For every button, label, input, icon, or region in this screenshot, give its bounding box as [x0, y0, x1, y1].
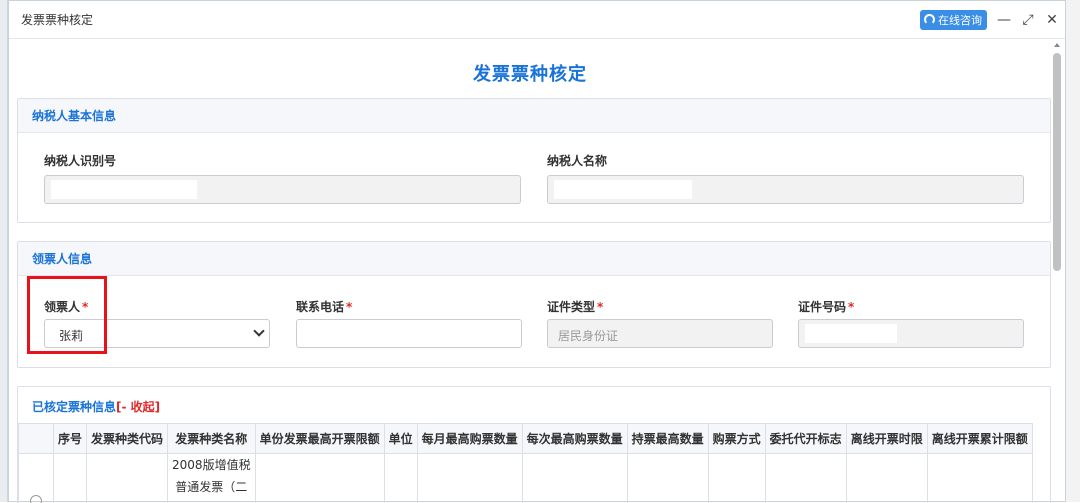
approved-types-header: 已核定票种信息[- 收起] — [32, 398, 160, 415]
dialog-titlebar: 发票票种核定 在线咨询 — ⤢ ✕ — [9, 1, 1065, 39]
table-cell — [87, 454, 168, 503]
approved-types-panel: 已核定票种信息[- 收起] 序号 发票种类代码 发票种类名称 单份发票最高开票限… — [17, 386, 1051, 503]
headset-icon — [924, 14, 935, 25]
cert-type-field[interactable]: 居民身份证 — [547, 319, 773, 348]
table-cell — [846, 454, 927, 503]
chevron-down-icon — [253, 325, 264, 336]
table-cell — [255, 454, 384, 503]
page-title: 发票票种核定 — [9, 40, 1051, 96]
taxpayer-info-header: 纳税人基本信息 — [18, 99, 1050, 133]
invoice-type-dialog: 发票票种核定 在线咨询 — ⤢ ✕ 发票票种核定 纳税人基本信息 纳税人识别号 … — [8, 0, 1066, 502]
background-window-edge — [0, 0, 8, 502]
column-header: 发票种类名称 — [168, 424, 256, 454]
table-cell — [708, 454, 765, 503]
column-header: 委托代开标志 — [765, 424, 846, 454]
receiver-info-header: 领票人信息 — [18, 242, 1050, 276]
column-header: 序号 — [54, 424, 87, 454]
cert-no-label: 证件号码* — [798, 298, 854, 315]
table-row[interactable]: 2008版增值税 普通发票（二 — [19, 454, 1033, 503]
col-select — [19, 424, 54, 454]
background-window-edge-right — [1066, 0, 1080, 502]
taxpayer-id-field[interactable] — [44, 175, 521, 204]
column-header: 每月最高购票数量 — [417, 424, 522, 454]
column-header: 离线开票累计限额 — [927, 424, 1032, 454]
scroll-up-icon[interactable] — [1054, 43, 1060, 47]
collapse-link[interactable]: [- 收起] — [116, 400, 160, 414]
table-cell — [54, 454, 87, 503]
redacted-value — [554, 180, 692, 199]
table-cell — [384, 454, 417, 503]
cert-no-field[interactable] — [798, 319, 1024, 348]
receiver-info-panel: 领票人信息 领票人* 张莉 联系电话* 证件类型* 居民身份证 证件号码* — [17, 241, 1051, 368]
column-header: 单份发票最高开票限额 — [255, 424, 384, 454]
highlight-box — [27, 276, 107, 354]
taxpayer-id-label: 纳税人识别号 — [44, 152, 116, 169]
phone-label: 联系电话* — [296, 298, 352, 315]
invoice-name-line1: 2008版增值税 — [172, 454, 251, 476]
taxpayer-name-field[interactable] — [547, 175, 1024, 204]
column-header: 购票方式 — [708, 424, 765, 454]
table-cell — [522, 454, 627, 503]
column-header: 离线开票时限 — [846, 424, 927, 454]
table-cell — [765, 454, 846, 503]
table-cell — [627, 454, 708, 503]
table-cell — [417, 454, 522, 503]
approved-types-table: 序号 发票种类代码 发票种类名称 单份发票最高开票限额 单位 每月最高购票数量 … — [18, 423, 1033, 503]
online-consult-label: 在线咨询 — [938, 12, 982, 28]
invoice-name-line2: 普通发票（二 — [172, 476, 251, 498]
table-header-row: 序号 发票种类代码 发票种类名称 单份发票最高开票限额 单位 每月最高购票数量 … — [19, 424, 1033, 454]
dialog-title: 发票票种核定 — [21, 11, 93, 28]
dialog-content: 发票票种核定 纳税人基本信息 纳税人识别号 纳税人名称 领票人信息 领票人* 张… — [9, 40, 1051, 503]
taxpayer-name-label: 纳税人名称 — [547, 152, 607, 169]
minimize-icon[interactable]: — — [997, 13, 1011, 27]
column-header: 发票种类代码 — [87, 424, 168, 454]
column-header: 持票最高数量 — [627, 424, 708, 454]
row-radio-cell[interactable] — [19, 454, 54, 503]
close-icon[interactable]: ✕ — [1045, 13, 1059, 27]
online-consult-button[interactable]: 在线咨询 — [920, 10, 987, 30]
table-cell — [927, 454, 1032, 503]
taxpayer-info-panel: 纳税人基本信息 纳税人识别号 纳税人名称 — [17, 98, 1051, 223]
cert-type-label: 证件类型* — [547, 298, 603, 315]
column-header: 单位 — [384, 424, 417, 454]
column-header: 每次最高购票数量 — [522, 424, 627, 454]
redacted-value — [51, 180, 197, 199]
vertical-scrollbar[interactable] — [1051, 41, 1063, 501]
maximize-icon[interactable]: ⤢ — [1021, 13, 1035, 27]
phone-field[interactable] — [296, 319, 522, 348]
cert-type-value: 居民身份证 — [558, 327, 618, 344]
invoice-name-cell: 2008版增值税 普通发票（二 — [168, 454, 256, 503]
redacted-value — [805, 324, 897, 343]
scrollbar-thumb[interactable] — [1053, 53, 1061, 271]
